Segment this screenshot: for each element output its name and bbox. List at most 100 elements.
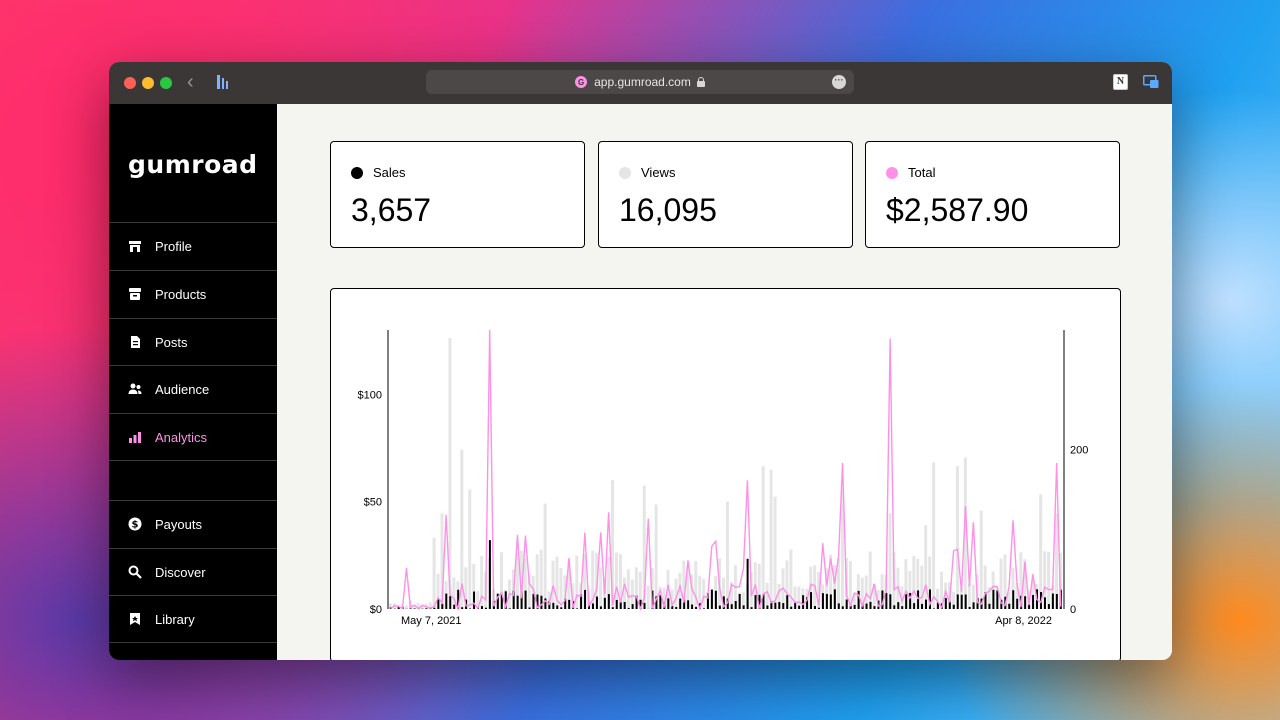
- sales-bar: [786, 595, 789, 609]
- sales-bar: [576, 608, 579, 609]
- sales-bar: [703, 608, 705, 609]
- sidebar-item-audience[interactable]: Audience: [109, 365, 277, 412]
- sales-bar: [627, 607, 630, 609]
- sales-bar: [461, 607, 464, 609]
- sales-bar: [540, 595, 543, 609]
- gumroad-logo[interactable]: Gumroad: [128, 150, 258, 179]
- sidebar-item-label: Payouts: [155, 516, 202, 532]
- sales-bar: [952, 604, 955, 609]
- left-axis-tick-label: $0: [370, 604, 382, 616]
- views-bar: [955, 465, 959, 609]
- sales-bar: [948, 601, 951, 609]
- views-bar: [920, 565, 924, 609]
- sales-bar: [750, 607, 753, 609]
- sales-bar: [441, 603, 444, 609]
- views-bar: [1039, 494, 1043, 609]
- stat-label: Views: [619, 165, 675, 180]
- x-end-label: Apr 8, 2022: [995, 615, 1052, 627]
- right-axis-tick-label: 200: [1070, 445, 1088, 457]
- sales-bar: [425, 608, 428, 609]
- views-bar: [551, 560, 555, 609]
- views-bar: [773, 496, 777, 609]
- sales-bar: [623, 602, 626, 609]
- views-value: 16,095: [619, 192, 717, 228]
- sales-bar: [687, 600, 690, 609]
- sales-bar: [1016, 598, 1019, 609]
- sales-bar: [643, 602, 646, 609]
- sidebar-divider: [109, 460, 277, 461]
- zoom-window-button[interactable]: [160, 77, 172, 89]
- sales-bar: [798, 605, 801, 609]
- sales-bar: [889, 594, 892, 609]
- sidebar-item-profile[interactable]: Profile: [109, 222, 277, 269]
- sales-bar: [734, 601, 737, 609]
- sidebar-item-products[interactable]: Products: [109, 270, 277, 317]
- sales-bar: [897, 602, 900, 609]
- search-icon: [128, 565, 142, 579]
- sidebar-toggle-icon[interactable]: [216, 74, 230, 90]
- sidebar-item-posts[interactable]: Posts: [109, 318, 277, 365]
- sidebar-item-library[interactable]: Library: [109, 595, 277, 642]
- sales-bar: [449, 596, 452, 609]
- views-bar: [702, 579, 706, 609]
- sales-bar: [1012, 590, 1015, 609]
- views-bar: [789, 549, 793, 609]
- sales-bar: [825, 593, 828, 609]
- sales-bar: [913, 603, 916, 609]
- sales-bar: [925, 599, 928, 609]
- sidebar: Gumroad Profile Products Posts Audience: [109, 104, 277, 660]
- sales-bar: [591, 603, 594, 609]
- sales-bar: [754, 595, 757, 609]
- sidebar-item-analytics[interactable]: Analytics: [109, 413, 277, 460]
- sales-bar: [746, 558, 749, 609]
- sales-bar: [691, 604, 694, 609]
- sales-bar: [841, 606, 844, 609]
- sales-bar: [738, 594, 741, 609]
- sales-bar: [833, 589, 836, 609]
- ellipsis-icon[interactable]: ···: [832, 75, 846, 89]
- dollar-circle-icon: $: [128, 517, 142, 531]
- bookmark-icon: [128, 612, 142, 626]
- screen-share-icon[interactable]: [1143, 75, 1159, 89]
- analytics-chart[interactable]: $0 $50 $100 0 200 May 7, 2021 Apr 8, 2022: [331, 289, 1122, 660]
- sales-bar: [774, 602, 777, 609]
- sales-bar: [988, 603, 991, 609]
- views-bar: [432, 537, 436, 609]
- sales-bar: [413, 608, 416, 609]
- close-window-button[interactable]: [124, 77, 136, 89]
- stat-label: Total: [886, 165, 935, 180]
- sidebar-item-payouts[interactable]: $ Payouts: [109, 500, 277, 547]
- minimize-window-button[interactable]: [142, 77, 154, 89]
- sales-bar: [675, 606, 678, 609]
- sales-legend-dot: [351, 166, 363, 179]
- total-legend-dot: [886, 166, 898, 179]
- sidebar-item-discover[interactable]: Discover: [109, 548, 277, 595]
- notion-extension-icon[interactable]: N: [1113, 74, 1128, 90]
- x-start-label: May 7, 2021: [401, 615, 462, 627]
- sales-bar: [837, 603, 840, 609]
- sales-bar: [584, 589, 587, 609]
- sales-bar: [560, 607, 563, 609]
- sales-bar: [972, 602, 975, 609]
- archive-box-icon: [128, 287, 142, 301]
- sales-bar: [433, 607, 436, 609]
- views-label: Views: [641, 165, 676, 180]
- sales-bar: [742, 605, 745, 609]
- total-line-series: [390, 329, 1062, 612]
- sales-bar: [603, 597, 606, 609]
- sales-bar: [790, 606, 793, 609]
- sidebar-divider: [109, 642, 277, 643]
- sales-bar: [488, 540, 491, 609]
- total-label: Total: [908, 165, 936, 180]
- sidebar-item-label: Posts: [155, 334, 188, 350]
- sales-bar: [718, 605, 721, 609]
- sales-bar: [615, 599, 618, 609]
- sales-label: Sales: [373, 165, 406, 180]
- chevron-left-icon[interactable]: ‹: [187, 72, 194, 92]
- address-bar[interactable]: G app.gumroad.com ···: [426, 70, 854, 94]
- sales-bar: [453, 604, 456, 609]
- sales-bar: [901, 606, 904, 609]
- sales-bar: [667, 598, 670, 609]
- sales-bar: [810, 592, 813, 609]
- right-axis-tick-label: 0: [1070, 604, 1076, 616]
